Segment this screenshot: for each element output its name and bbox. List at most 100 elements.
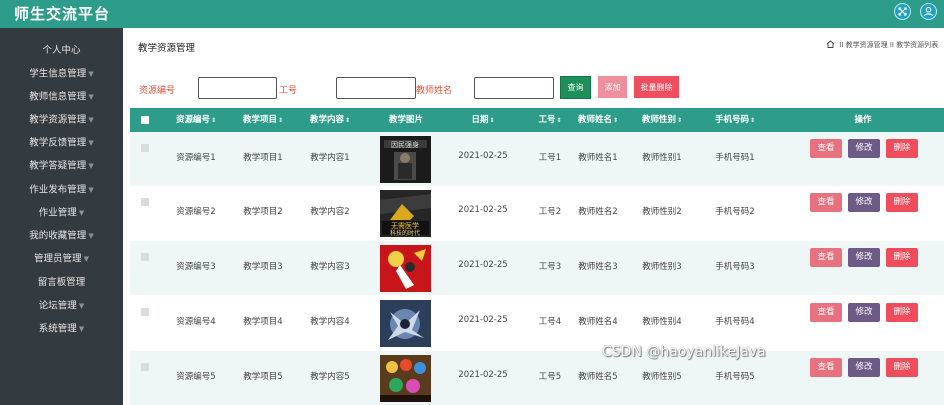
cell-content: 教学内容1 [310, 153, 350, 163]
sidebar-item[interactable]: 论坛管理 ▼ [0, 296, 123, 316]
sort-icon[interactable]: ⇕ [211, 117, 216, 124]
staff-no-input[interactable] [336, 77, 416, 99]
sidebar-item-label: 我的收藏管理 [29, 230, 87, 242]
column-header-label: 教师姓名 [577, 115, 612, 125]
fullscreen-icon[interactable] [894, 3, 911, 20]
sidebar-item[interactable]: 作业发布管理 ▼ [0, 180, 123, 200]
table-row: 资源编号4 教学项目4 教学内容4 2021-02-25 工号4 教师姓名4 教师性别4 手机… [130, 296, 944, 350]
sidebar-item[interactable]: 教师信息管理 ▼ [0, 87, 123, 107]
column-header-gender[interactable]: 教师性别⇕ [622, 108, 702, 132]
sidebar-item-label: 系统管理 [38, 323, 77, 335]
sidebar-item-label: 学生信息管理 [29, 68, 87, 80]
resource-no-label: 资源编号 [139, 86, 176, 96]
column-header-label: 资源编号 [175, 115, 210, 125]
table-row: 资源编号1 教学项目1 教学内容1 2021-02-25 工号1 教师姓名1 教师性别1 手机… [130, 132, 944, 186]
edit-button[interactable]: 修改 [848, 303, 880, 322]
add-button[interactable]: 添加 [598, 76, 627, 98]
select-all-checkbox[interactable] [141, 116, 149, 124]
svg-text:无需医学: 无需医学 [391, 221, 419, 230]
cell-phone: 手机号码3 [715, 262, 755, 272]
delete-button[interactable]: 删除 [886, 193, 918, 212]
column-header-label: 教学图片 [388, 115, 423, 125]
view-button[interactable]: 查看 [810, 139, 842, 158]
sort-icon[interactable]: ⇕ [677, 117, 682, 124]
resource-image[interactable]: 无需医学 科技的时代 [380, 190, 431, 237]
resource-image[interactable] [380, 300, 431, 347]
query-button[interactable]: 查询 [560, 76, 591, 99]
edit-button[interactable]: 修改 [848, 193, 880, 212]
teacher-name-input[interactable] [474, 77, 554, 99]
resource-image[interactable] [380, 245, 431, 292]
row-checkbox[interactable] [141, 198, 149, 206]
row-checkbox[interactable] [141, 363, 149, 371]
edit-button[interactable]: 修改 [848, 248, 880, 267]
edit-button[interactable]: 修改 [848, 358, 880, 377]
table-row: 资源编号5 教学项目5 教学内容5 2021-02-25 工号5 教师姓名5 教师性别5 手机… [130, 351, 944, 405]
sort-icon[interactable]: ⇕ [750, 117, 755, 124]
staff-no-label: 工号 [279, 86, 298, 96]
sidebar-item-label: 教学资源管理 [29, 114, 87, 126]
sidebar-item[interactable]: 教学资源管理 ▼ [0, 110, 123, 130]
sort-icon[interactable]: ⇕ [489, 117, 494, 124]
sidebar-item[interactable]: 教学答疑管理 ▼ [0, 156, 123, 176]
breadcrumb-sep: II [837, 41, 846, 49]
sidebar-item[interactable]: 教学反馈管理 ▼ [0, 133, 123, 153]
sidebar-item-label: 管理员管理 [34, 253, 82, 265]
sort-icon[interactable]: ⇕ [345, 117, 350, 124]
row-checkbox[interactable] [141, 253, 149, 261]
cell-gender: 教师性别2 [642, 207, 682, 217]
resource-image[interactable]: 因民强身 [380, 136, 431, 183]
delete-button[interactable]: 删除 [886, 248, 918, 267]
column-header-label: 教师性别 [641, 115, 676, 125]
batch-delete-button[interactable]: 批量删除 [634, 76, 679, 98]
breadcrumb-item-1[interactable]: 教学资源管理 [846, 41, 888, 49]
cell-content: 教学内容5 [310, 372, 350, 382]
sidebar-item-label: 作业管理 [38, 207, 77, 219]
cell-phone: 手机号码2 [715, 207, 755, 217]
row-checkbox[interactable] [141, 144, 149, 152]
cell-gender: 教师性别1 [642, 153, 682, 163]
column-header-label: 操作 [854, 115, 872, 125]
column-header-content[interactable]: 教学内容⇕ [290, 108, 370, 132]
delete-button[interactable]: 删除 [886, 358, 918, 377]
sidebar-item-label: 作业发布管理 [29, 184, 87, 196]
user-icon[interactable] [920, 3, 937, 20]
sidebar-item[interactable]: 留言板管理 [0, 273, 123, 293]
column-header-label: 工号 [538, 115, 556, 125]
column-header-label: 日期 [471, 115, 489, 125]
row-checkbox[interactable] [141, 308, 149, 316]
sidebar-item[interactable]: 管理员管理 ▼ [0, 249, 123, 269]
cell-phone: 手机号码4 [715, 317, 755, 327]
sidebar-item[interactable]: 个人中心 [0, 41, 123, 61]
view-button[interactable]: 查看 [810, 358, 842, 377]
breadcrumb: II 教学资源管理 II 教学资源列表 [826, 40, 938, 50]
sidebar-item[interactable]: 我的收藏管理 ▼ [0, 226, 123, 246]
caret-down-icon: ▼ [88, 186, 94, 194]
column-header-phone[interactable]: 手机号码⇕ [695, 108, 775, 132]
svg-text:因民强身: 因民强身 [391, 140, 419, 149]
caret-down-icon: ▼ [83, 255, 89, 263]
sidebar-item[interactable]: 系统管理 ▼ [0, 319, 123, 339]
breadcrumb-sep: II [887, 41, 897, 49]
delete-button[interactable]: 删除 [886, 139, 918, 158]
cell-gender: 教师性别5 [642, 372, 682, 382]
watermark: CSDN @haoyanlikeJava [602, 344, 766, 360]
sidebar: 个人中心 学生信息管理 ▼ 教师信息管理 ▼ 教学资源管理 ▼ 教学反馈管理 ▼ 教学答疑管理 ▼ 作… [0, 28, 123, 405]
resource-image[interactable] [380, 355, 431, 402]
sort-icon[interactable]: ⇕ [613, 117, 618, 124]
caret-down-icon: ▼ [88, 116, 94, 124]
view-button[interactable]: 查看 [810, 193, 842, 212]
table-row: 资源编号2 教学项目2 教学内容2 2021-02-25 工号2 教师姓名2 教师性别2 手机… [130, 186, 944, 240]
sort-icon[interactable]: ⇕ [278, 117, 283, 124]
page-title: 教学资源管理 [138, 43, 196, 54]
sidebar-item[interactable]: 学生信息管理 ▼ [0, 64, 123, 84]
edit-button[interactable]: 修改 [848, 139, 880, 158]
view-button[interactable]: 查看 [810, 303, 842, 322]
resource-no-input[interactable] [198, 77, 277, 99]
sidebar-item[interactable]: 作业管理 ▼ [0, 203, 123, 223]
sidebar-item-label: 教学反馈管理 [29, 137, 87, 149]
delete-button[interactable]: 删除 [886, 303, 918, 322]
home-icon[interactable] [826, 40, 835, 48]
view-button[interactable]: 查看 [810, 248, 842, 267]
sidebar-item-label: 个人中心 [42, 45, 81, 56]
